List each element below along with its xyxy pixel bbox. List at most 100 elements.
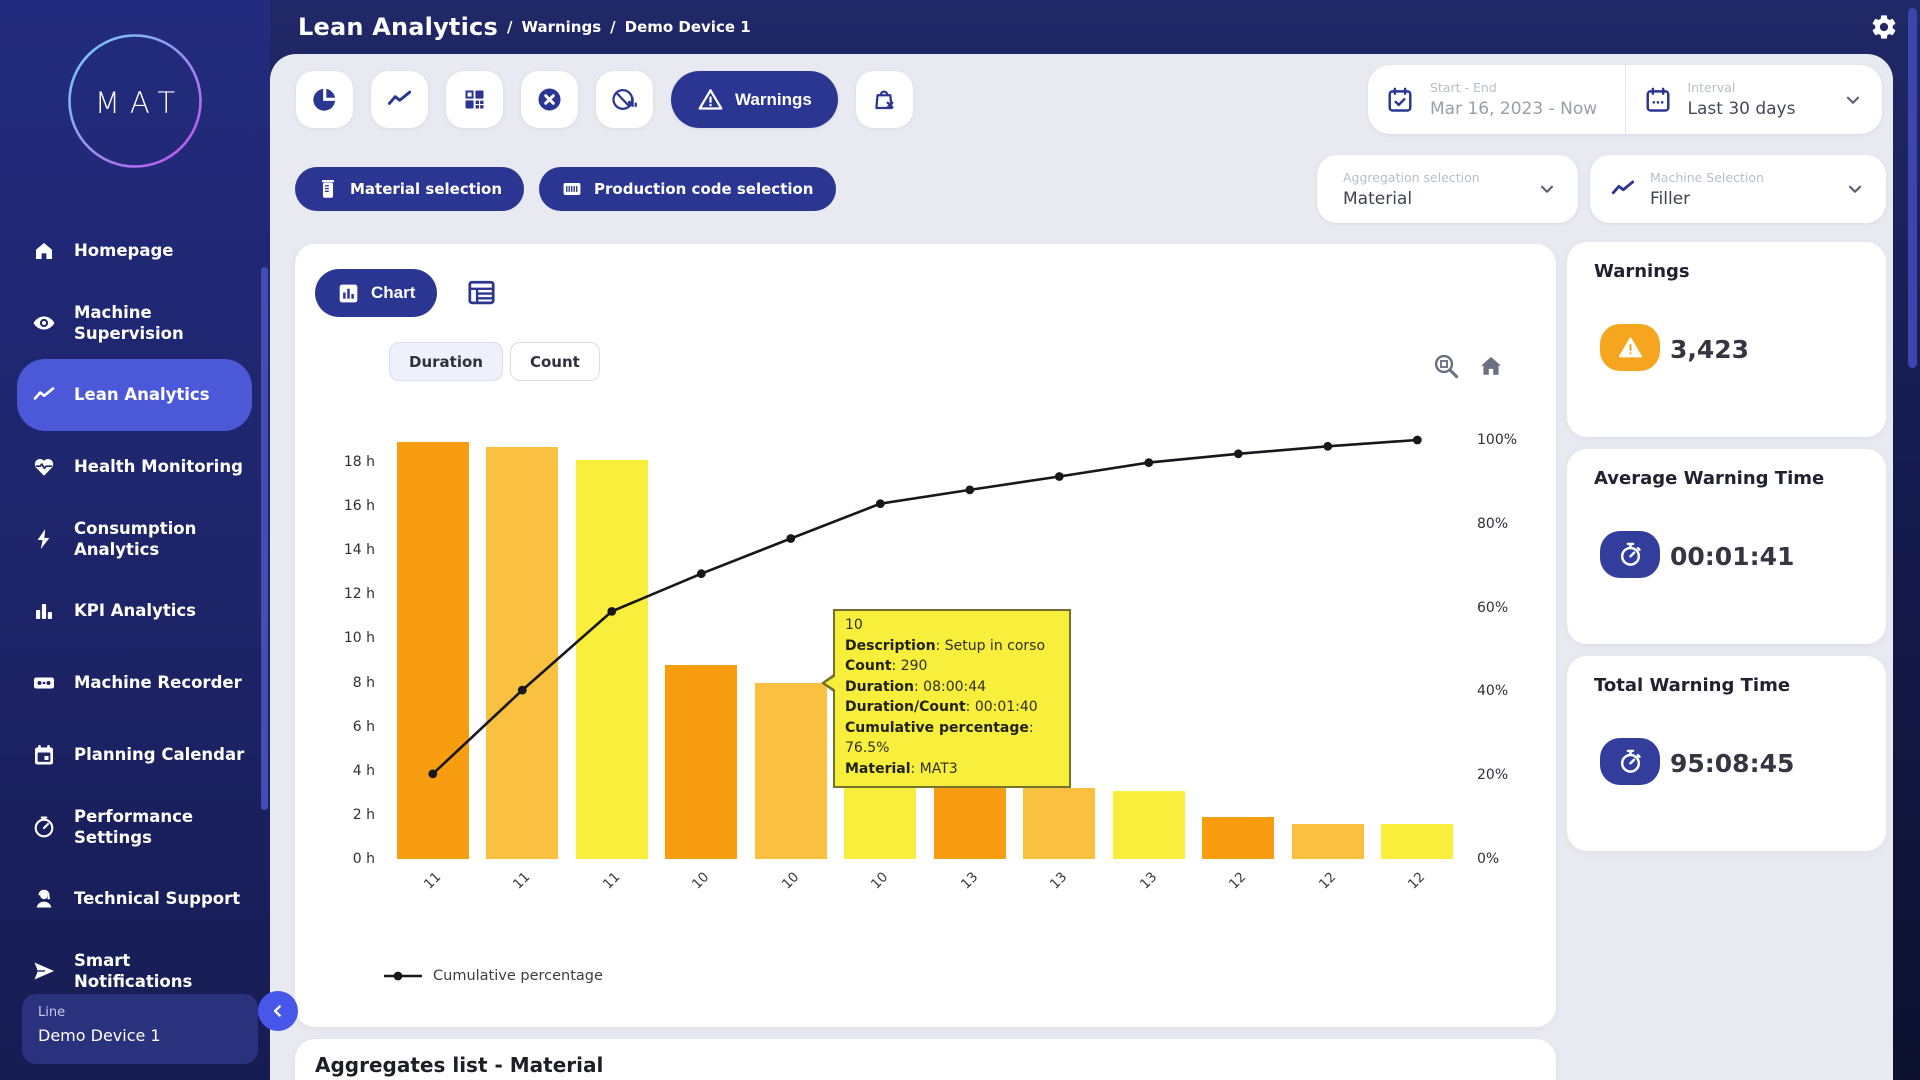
y-axis-label-percentage: 60% xyxy=(1477,600,1508,616)
page-title: Lean Analytics xyxy=(298,13,498,41)
tooltip-arrow xyxy=(825,676,836,690)
table-view-button[interactable] xyxy=(465,276,498,309)
reset-home-icon[interactable] xyxy=(1477,352,1505,380)
y-axis-label-duration: 10 h xyxy=(344,630,375,646)
sidebar-item-lean-analytics[interactable]: Lean Analytics xyxy=(17,359,252,431)
device-panel-value: Demo Device 1 xyxy=(38,1026,242,1045)
chart-box-icon xyxy=(337,282,360,305)
toolbar-bag-x-button[interactable] xyxy=(856,71,913,128)
kpi-value: 00:01:41 xyxy=(1670,542,1794,571)
sidebar-item-label: Planning Calendar xyxy=(74,744,252,765)
pie-icon xyxy=(311,86,338,113)
page-scrollbar[interactable] xyxy=(1908,8,1917,368)
breadcrumb-warnings[interactable]: Warnings xyxy=(521,18,601,36)
kpi-title: Total Warning Time xyxy=(1594,675,1790,696)
aggregates-heading: Aggregates list - Material xyxy=(315,1053,603,1077)
selection-buttons: Material selection Production code selec… xyxy=(295,167,836,211)
warning-triangle-icon xyxy=(697,86,724,113)
line-point[interactable] xyxy=(876,499,885,508)
settings-button[interactable] xyxy=(1870,13,1898,41)
toolbar-warnings-label: Warnings xyxy=(735,90,812,110)
warning-badge-icon xyxy=(1617,334,1644,361)
sidebar-item-machine-supervision[interactable]: Machine Supervision xyxy=(17,287,252,359)
legend-label: Cumulative percentage xyxy=(433,968,603,984)
breadcrumb-device[interactable]: Demo Device 1 xyxy=(625,18,751,36)
aggregation-select[interactable]: Aggregation selection Material xyxy=(1317,155,1578,223)
date-range-value: Mar 16, 2023 - Now xyxy=(1430,99,1597,119)
kpi-card-average-warning-time: Average Warning Time00:01:41 xyxy=(1567,449,1886,644)
line-point[interactable] xyxy=(1055,472,1064,481)
material-selection-button[interactable]: Material selection xyxy=(295,167,524,211)
home-icon xyxy=(32,239,56,263)
sidebar-collapse-button[interactable] xyxy=(258,991,298,1031)
toolbar-trend-button[interactable] xyxy=(371,71,428,128)
line-point[interactable] xyxy=(428,770,437,779)
line-point[interactable] xyxy=(518,686,527,695)
x-axis-label: 13 xyxy=(941,869,981,909)
tooltip-row: Duration/Count: 00:01:40 xyxy=(845,697,1059,718)
chart-tooltip: 10Description: Setup in corsoCount: 290D… xyxy=(833,609,1071,788)
y-axis-label-duration: 18 h xyxy=(344,454,375,470)
y-axis-label-duration: 4 h xyxy=(353,763,375,779)
line-point[interactable] xyxy=(1144,458,1153,467)
sidebar-item-machine-recorder[interactable]: Machine Recorder xyxy=(17,647,252,719)
line-point[interactable] xyxy=(697,569,706,578)
zoom-box-icon[interactable] xyxy=(1432,352,1460,380)
sidebar-item-consumption-analytics[interactable]: Consumption Analytics xyxy=(17,503,252,575)
sidebar-item-homepage[interactable]: Homepage xyxy=(17,215,252,287)
sidebar-item-planning-calendar[interactable]: Planning Calendar xyxy=(17,719,252,791)
toolbar-no-data-button[interactable] xyxy=(596,71,653,128)
x-axis-label: 11 xyxy=(494,869,534,909)
sidebar-item-kpi-analytics[interactable]: KPI Analytics xyxy=(17,575,252,647)
bar-chart-icon xyxy=(32,599,56,623)
tooltip-row: Duration: 08:00:44 xyxy=(845,677,1059,698)
interval-field[interactable]: Interval Last 30 days xyxy=(1625,65,1883,134)
line-point[interactable] xyxy=(607,607,616,616)
y-axis-label-duration: 16 h xyxy=(344,498,375,514)
line-point[interactable] xyxy=(786,534,795,543)
material-selection-label: Material selection xyxy=(350,180,502,198)
sidebar-scrollbar[interactable] xyxy=(261,267,268,810)
tooltip-row: Cumulative percentage: 76.5% xyxy=(845,718,1059,759)
view-toolbar: Warnings xyxy=(296,71,913,128)
line-point[interactable] xyxy=(1323,442,1332,451)
logo-text: MAT xyxy=(67,86,203,120)
x-axis-label: 13 xyxy=(1031,869,1071,909)
y-axis-label-duration: 2 h xyxy=(353,807,375,823)
sidebar: MAT Homepage Machine Supervision Lean Anal… xyxy=(0,0,270,1080)
y-axis-duration: 0 h2 h4 h6 h8 h10 h12 h14 h16 h18 h xyxy=(295,440,375,859)
toolbar-qr-grid-button[interactable] xyxy=(446,71,503,128)
breadcrumb-separator: / xyxy=(610,18,615,36)
paper-plane-icon xyxy=(32,959,56,983)
toolbar-pie-chart-button[interactable] xyxy=(296,71,353,128)
sidebar-item-label: Smart Notifications xyxy=(74,950,252,993)
x-axis-label: 12 xyxy=(1210,869,1250,909)
line-point[interactable] xyxy=(1413,436,1422,445)
tab-duration[interactable]: Duration xyxy=(389,342,503,381)
sidebar-item-label: Machine Supervision xyxy=(74,302,252,345)
machine-select[interactable]: Machine Selection Filler xyxy=(1590,155,1886,223)
tab-count[interactable]: Count xyxy=(510,342,600,381)
chart-legend[interactable]: Cumulative percentage xyxy=(383,968,603,984)
y-axis-label-duration: 12 h xyxy=(344,586,375,602)
kpi-value: 95:08:45 xyxy=(1670,749,1794,778)
line-point[interactable] xyxy=(965,486,974,495)
date-range-field[interactable]: Start - End Mar 16, 2023 - Now xyxy=(1368,65,1625,134)
gauge-icon xyxy=(32,815,56,839)
chart-tab-label: Chart xyxy=(371,283,415,303)
stopwatch-icon xyxy=(1617,748,1644,775)
bag-x-icon xyxy=(871,86,898,113)
chevron-left-icon xyxy=(268,1001,288,1021)
sidebar-item-technical-support[interactable]: Technical Support xyxy=(17,863,252,935)
x-axis-label: 10 xyxy=(673,869,713,909)
kpi-card-total-warning-time: Total Warning Time 95:08:45 xyxy=(1567,656,1886,851)
chart-view-tab[interactable]: Chart xyxy=(315,269,437,317)
sidebar-item-performance-settings[interactable]: Performance Settings xyxy=(17,791,252,863)
sidebar-item-health-monitoring[interactable]: Health Monitoring xyxy=(17,431,252,503)
sidebar-item-label: Performance Settings xyxy=(74,806,252,849)
line-point[interactable] xyxy=(1234,449,1243,458)
toolbar-circle-x-button[interactable] xyxy=(521,71,578,128)
toolbar-warnings-button[interactable]: Warnings xyxy=(671,71,838,128)
device-panel[interactable]: Line Demo Device 1 xyxy=(22,994,258,1064)
production-code-selection-button[interactable]: Production code selection xyxy=(539,167,835,211)
